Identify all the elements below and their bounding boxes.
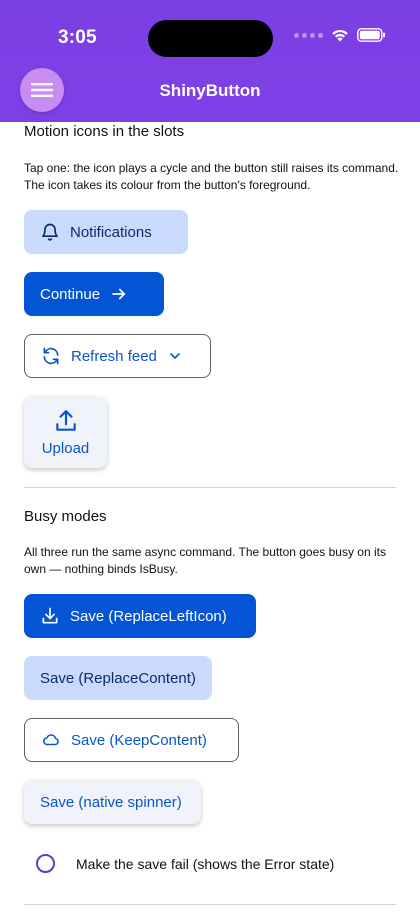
bottom-divider — [24, 904, 396, 905]
continue-button[interactable]: Continue — [24, 272, 164, 316]
save-keep-content-button[interactable]: Save (KeepContent) — [24, 718, 239, 762]
save-replace-content-button[interactable]: Save (ReplaceContent) — [24, 656, 212, 700]
save-native-spinner-label: Save (native spinner) — [40, 793, 182, 811]
status-time: 3:05 — [58, 27, 97, 48]
section-divider — [24, 487, 396, 488]
save-keep-content-label: Save (KeepContent) — [71, 731, 207, 749]
chevron-down-icon — [170, 353, 180, 359]
battery-icon — [357, 28, 385, 42]
cloud-icon — [43, 734, 59, 746]
refresh-feed-label: Refresh feed — [71, 347, 157, 365]
fail-save-toggle[interactable]: Make the save fail (shows the Error stat… — [36, 854, 334, 873]
download-icon — [42, 607, 58, 624]
save-native-spinner-button[interactable]: Save (native spinner) — [24, 780, 201, 824]
fail-save-label: Make the save fail (shows the Error stat… — [76, 855, 335, 872]
wifi-icon — [332, 29, 348, 42]
busy-section-title: Busy modes — [24, 508, 107, 525]
notifications-button[interactable]: Notifications — [24, 210, 188, 254]
refresh-feed-button[interactable]: Refresh feed — [24, 334, 211, 378]
status-icons — [294, 28, 386, 42]
save-replace-left-icon-label: Save (ReplaceLeftIcon) — [70, 607, 227, 625]
upload-button[interactable]: Upload — [24, 396, 107, 468]
bell-icon — [42, 223, 58, 241]
refresh-icon — [43, 347, 59, 365]
motion-section-description: Tap one: the icon plays a cycle and the … — [24, 161, 399, 192]
fail-save-radio[interactable] — [36, 854, 55, 873]
motion-section-title: Motion icons in the slots — [24, 123, 185, 140]
page-title: ShinyButton — [159, 81, 261, 100]
busy-section-description: All three run the same async command. Th… — [24, 545, 386, 576]
save-replace-left-icon-button[interactable]: Save (ReplaceLeftIcon) — [24, 594, 256, 638]
upload-icon — [55, 409, 76, 431]
dynamic-island — [148, 20, 273, 57]
notifications-label: Notifications — [70, 223, 152, 241]
save-replace-content-label: Save (ReplaceContent) — [40, 669, 196, 687]
arrow-right-icon — [112, 288, 126, 300]
continue-label: Continue — [40, 285, 101, 303]
signal-icon — [294, 32, 323, 38]
upload-label: Upload — [41, 439, 90, 457]
app-header: 3:05 ShinyButton — [0, 0, 420, 122]
